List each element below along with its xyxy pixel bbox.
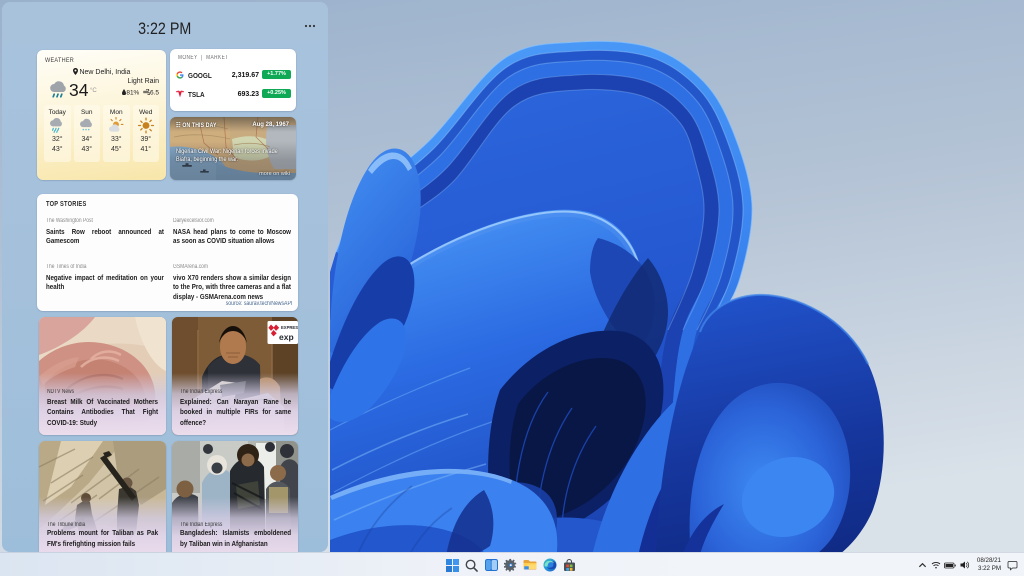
svg-text:EXPRESS: EXPRESS [281,325,298,330]
svg-text:exp: exp [279,332,294,342]
